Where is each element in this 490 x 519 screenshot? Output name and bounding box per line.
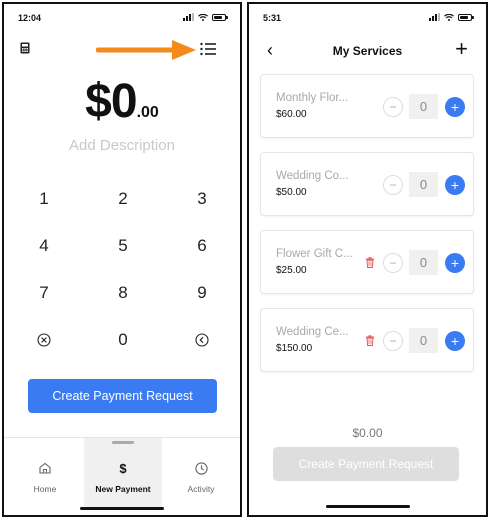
tab-new-payment-label: New Payment	[95, 484, 151, 494]
create-payment-request-button[interactable]: Create Payment Request	[273, 447, 459, 481]
amount-dollars: $0	[85, 75, 137, 128]
description-input[interactable]: Add Description	[4, 137, 240, 154]
service-card[interactable]: Wedding Co... $50.00 − 0 +	[260, 152, 474, 216]
service-card[interactable]: Flower Gift C... $25.00 − 0 +	[260, 230, 474, 294]
service-price: $60.00	[276, 109, 307, 120]
key-2[interactable]: 2	[98, 184, 148, 214]
key-9[interactable]: 9	[177, 278, 227, 308]
dollar-icon: $	[119, 460, 127, 476]
service-name: Flower Gift C...	[276, 248, 353, 260]
signal-icon	[429, 13, 440, 21]
tab-bar: Home $ New Payment Activity	[4, 437, 240, 515]
my-services-screen: 5:31 ‹ My Services + Monthly Flor... $60…	[247, 2, 488, 517]
key-6[interactable]: 6	[177, 231, 227, 261]
create-payment-request-button[interactable]: Create Payment Request	[28, 379, 217, 413]
backspace-icon	[195, 333, 209, 347]
wifi-icon	[198, 13, 208, 21]
status-time: 12:04	[18, 13, 42, 23]
battery-icon	[212, 13, 228, 21]
amount-display: $0.00	[4, 74, 240, 129]
decrement-button[interactable]: −	[383, 253, 403, 273]
decrement-button[interactable]: −	[383, 97, 403, 117]
signal-icon	[183, 13, 194, 21]
key-1[interactable]: 1	[19, 184, 69, 214]
key-backspace[interactable]	[177, 325, 227, 355]
home-indicator	[80, 507, 164, 510]
new-payment-screen: 12:04 $0.00 Add Description 1 2 3 4 5 6 …	[2, 2, 242, 517]
tab-home[interactable]: Home	[6, 438, 84, 508]
wifi-icon	[444, 13, 454, 21]
key-3[interactable]: 3	[177, 184, 227, 214]
service-card[interactable]: Wedding Ce... $150.00 − 0 +	[260, 308, 474, 372]
battery-icon	[458, 13, 474, 21]
quantity-field[interactable]: 0	[409, 172, 438, 197]
status-time: 5:31	[263, 13, 282, 23]
amount-cents: .00	[136, 104, 159, 121]
service-price: $150.00	[276, 343, 313, 354]
total-amount: $0.00	[352, 426, 383, 440]
key-5[interactable]: 5	[98, 231, 148, 261]
decrement-button[interactable]: −	[383, 175, 403, 195]
quantity-field[interactable]: 0	[409, 250, 438, 275]
calculator-icon[interactable]	[20, 42, 30, 54]
add-service-plus-icon[interactable]: +	[455, 38, 468, 60]
service-name: Wedding Ce...	[276, 326, 349, 338]
tab-home-label: Home	[33, 484, 57, 494]
quantity-field[interactable]: 0	[409, 94, 438, 119]
status-icons	[429, 13, 474, 21]
list-menu-icon[interactable]	[200, 42, 216, 56]
quantity-field[interactable]: 0	[409, 328, 438, 353]
home-icon	[39, 462, 51, 474]
service-price: $25.00	[276, 265, 307, 276]
drag-handle	[112, 441, 134, 444]
key-8[interactable]: 8	[98, 278, 148, 308]
clear-icon	[37, 333, 51, 347]
increment-button[interactable]: +	[445, 97, 465, 117]
decrement-button[interactable]: −	[383, 331, 403, 351]
key-4[interactable]: 4	[19, 231, 69, 261]
service-price: $50.00	[276, 187, 307, 198]
increment-button[interactable]: +	[445, 253, 465, 273]
page-title: My Services	[332, 44, 403, 58]
status-icons	[183, 13, 228, 21]
increment-button[interactable]: +	[445, 175, 465, 195]
key-7[interactable]: 7	[19, 278, 69, 308]
key-clear[interactable]	[19, 325, 69, 355]
service-name: Monthly Flor...	[276, 92, 349, 104]
tab-activity[interactable]: Activity	[162, 438, 240, 508]
tab-activity-label: Activity	[187, 484, 215, 494]
service-name: Wedding Co...	[276, 170, 349, 182]
clock-icon	[194, 461, 208, 475]
annotation-arrow-icon	[96, 40, 196, 60]
tab-new-payment[interactable]: $ New Payment	[84, 438, 162, 508]
trash-icon[interactable]	[365, 335, 375, 346]
increment-button[interactable]: +	[445, 331, 465, 351]
home-indicator	[325, 505, 410, 508]
trash-icon[interactable]	[365, 257, 375, 268]
service-card[interactable]: Monthly Flor... $60.00 − 0 +	[260, 74, 474, 138]
key-0[interactable]: 0	[98, 325, 148, 355]
